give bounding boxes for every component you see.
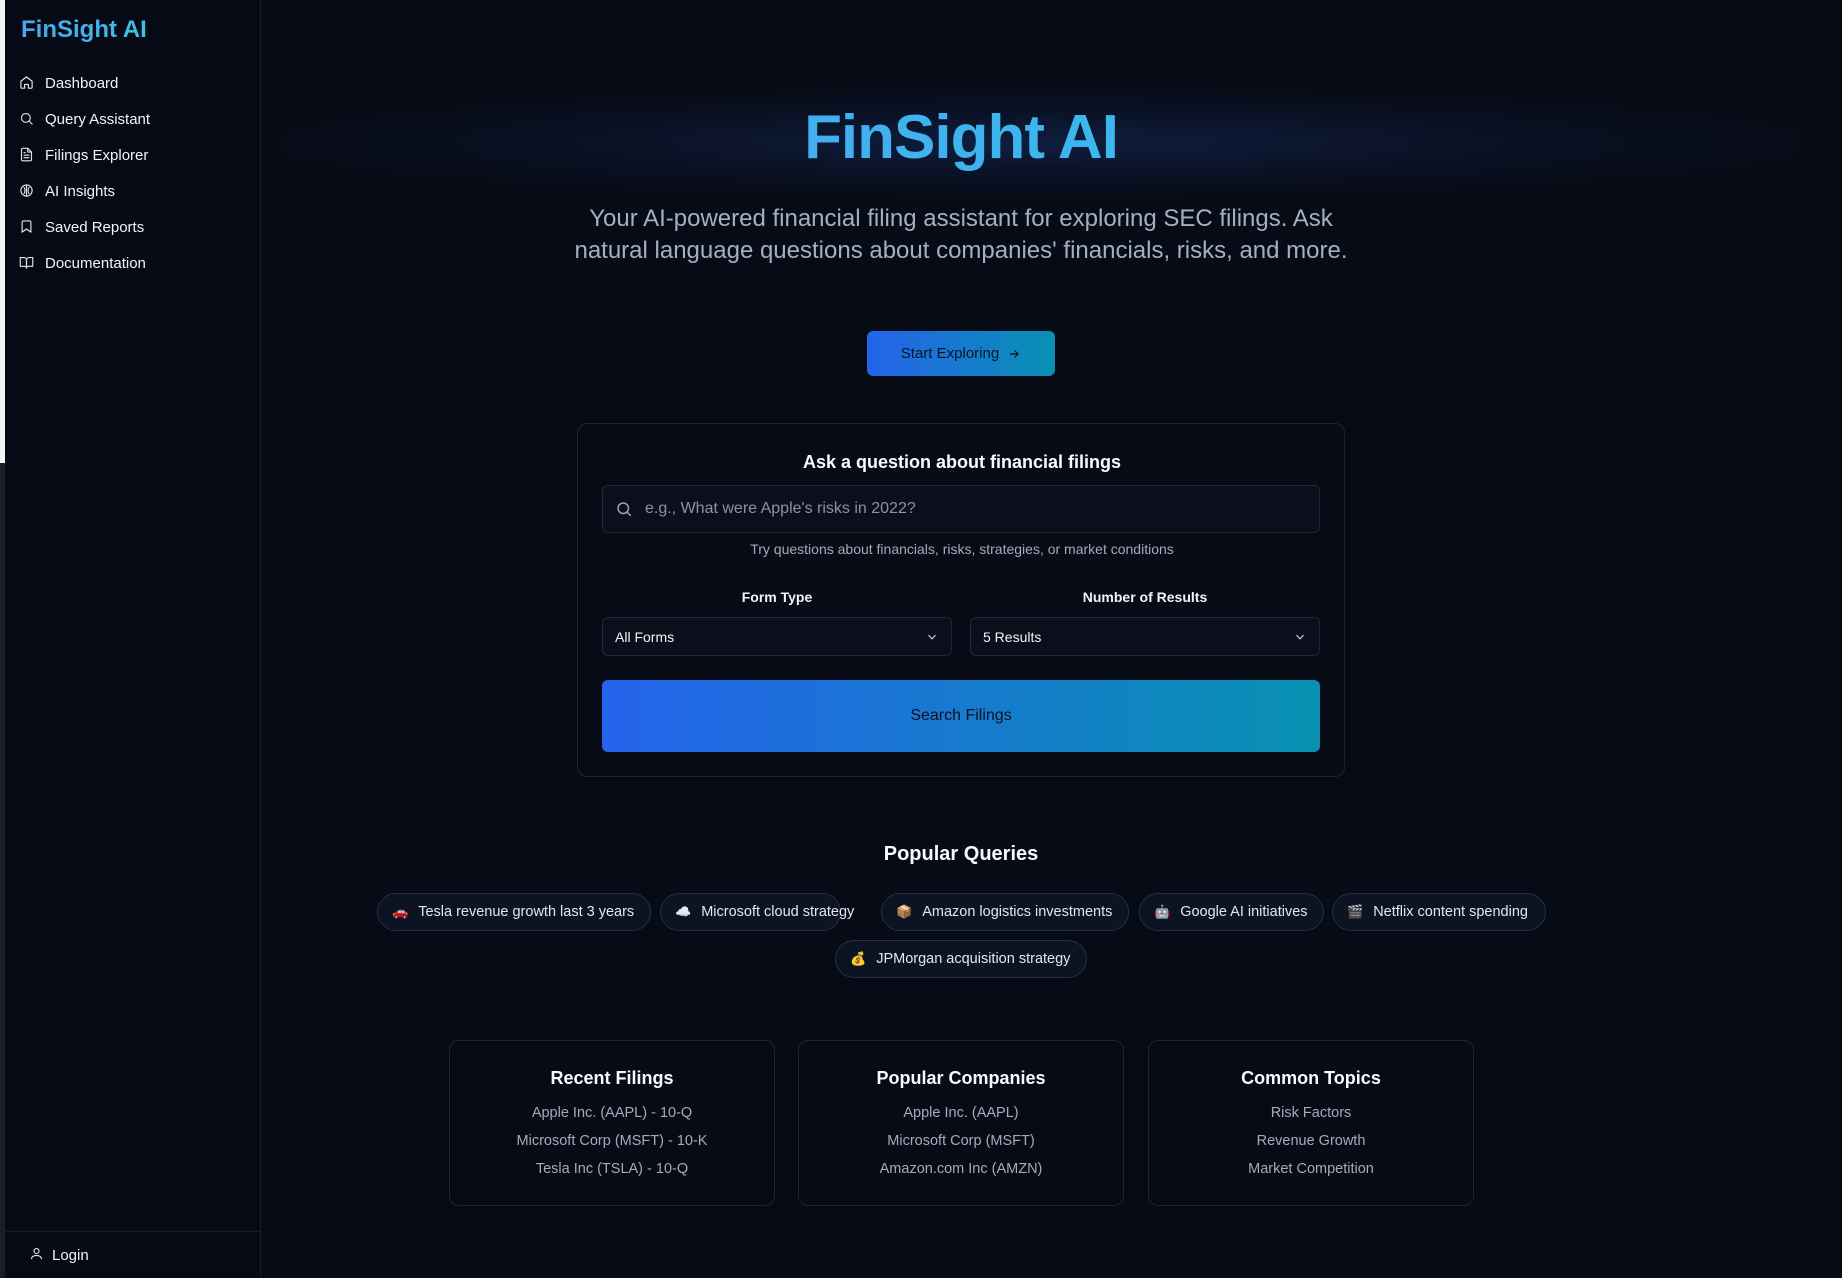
form-type-select[interactable]: All Forms [602, 617, 952, 656]
robot-icon: 🤖 [1154, 904, 1171, 919]
car-icon: 🚗 [392, 904, 409, 919]
sidebar-item-saved-reports[interactable]: Saved Reports [13, 209, 253, 245]
book-open-icon [19, 255, 35, 271]
card-title: Popular Companies [876, 1068, 1046, 1088]
sidebar-item-filings-explorer[interactable]: Filings Explorer [13, 137, 253, 173]
search-icon [19, 111, 35, 127]
search-filings-button[interactable]: Search Filings [602, 680, 1320, 752]
start-exploring-label: Start Exploring [900, 345, 1000, 362]
brand-logo[interactable]: FinSight AI [21, 16, 147, 44]
sidebar: FinSight AI Dashboard Query Assistant Fi… [5, 0, 261, 1278]
list-item[interactable]: Risk Factors [1149, 1099, 1473, 1127]
list-item[interactable]: Microsoft Corp (MSFT) [799, 1127, 1123, 1155]
query-chip-label: Microsoft cloud strategy [701, 904, 855, 920]
query-chip-label: Tesla revenue growth last 3 years [418, 904, 635, 920]
file-text-icon [19, 147, 35, 163]
search-icon [617, 502, 632, 517]
results-count-select[interactable]: 5 Results [970, 617, 1320, 656]
query-chip[interactable]: 💰 JPMorgan acquisition strategy [835, 940, 1087, 978]
search-field[interactable] [602, 485, 1320, 533]
common-topics-card: Common Topics Risk Factors Revenue Growt… [1148, 1040, 1474, 1206]
sidebar-item-label: Dashboard [45, 74, 119, 92]
sidebar-item-label: AI Insights [45, 182, 116, 200]
query-chip-label: Google AI initiatives [1180, 904, 1308, 920]
query-chip-label: Amazon logistics investments [922, 904, 1113, 920]
brain-icon [19, 183, 35, 199]
list-item[interactable]: Revenue Growth [1149, 1127, 1473, 1155]
start-exploring-button[interactable]: Start Exploring [867, 331, 1055, 376]
list-item[interactable]: Microsoft Corp (MSFT) - 10-K [450, 1127, 774, 1155]
main-content: FinSight AI Your AI-powered financial fi… [261, 0, 1842, 1278]
results-count-label: Number of Results [1082, 589, 1208, 605]
login-button[interactable]: Login [5, 1231, 261, 1278]
sidebar-item-ai-insights[interactable]: AI Insights [13, 173, 253, 209]
arrow-right-icon [1010, 349, 1020, 358]
query-chip[interactable]: 🚗 Tesla revenue growth last 3 years [377, 893, 651, 931]
popular-queries-title: Popular Queries [883, 843, 1039, 865]
sidebar-item-dashboard[interactable]: Dashboard [13, 65, 253, 101]
list-item[interactable]: Apple Inc. (AAPL) - 10-Q [450, 1099, 774, 1127]
query-card: Ask a question about financial filings T… [577, 423, 1345, 777]
bookmark-icon [19, 219, 35, 235]
query-chip-label: Netflix content spending [1373, 904, 1528, 920]
list-item[interactable]: Tesla Inc (TSLA) - 10-Q [450, 1155, 774, 1183]
user-icon [29, 1246, 52, 1265]
sidebar-item-label: Filings Explorer [45, 146, 149, 164]
form-type-value: All Forms [615, 628, 675, 645]
query-chip[interactable]: 📦 Amazon logistics investments [881, 893, 1129, 931]
results-count-value: 5 Results [983, 628, 1042, 645]
hero-title: FinSight AI [261, 102, 1661, 173]
cloud-icon: ☁️ [675, 904, 692, 919]
login-label: Login [52, 1246, 89, 1264]
clapperboard-icon: 🎬 [1347, 904, 1364, 919]
popular-companies-card: Popular Companies Apple Inc. (AAPL) Micr… [798, 1040, 1124, 1206]
sidebar-item-label: Saved Reports [45, 218, 145, 236]
chevron-down-icon [928, 634, 936, 640]
card-title: Common Topics [1241, 1068, 1381, 1088]
form-type-label: Form Type [741, 589, 813, 605]
query-chip[interactable]: ☁️ Microsoft cloud strategy [660, 893, 854, 931]
recent-filings-card: Recent Filings Apple Inc. (AAPL) - 10-Q … [449, 1040, 775, 1206]
money-bag-icon: 💰 [850, 951, 867, 966]
sidebar-item-label: Query Assistant [45, 110, 151, 128]
sidebar-item-documentation[interactable]: Documentation [13, 245, 253, 281]
package-icon: 📦 [896, 904, 913, 919]
query-card-title: Ask a question about financial filings [802, 452, 1122, 472]
query-chip-label: JPMorgan acquisition strategy [876, 951, 1071, 967]
home-icon [19, 75, 35, 91]
list-item[interactable]: Apple Inc. (AAPL) [799, 1099, 1123, 1127]
query-chip[interactable]: 🤖 Google AI initiatives [1139, 893, 1324, 931]
list-item[interactable]: Market Competition [1149, 1155, 1473, 1183]
sidebar-item-query-assistant[interactable]: Query Assistant [13, 101, 253, 137]
search-hint: Try questions about financials, risks, s… [750, 541, 1174, 557]
chevron-down-icon [1296, 634, 1304, 640]
sidebar-item-label: Documentation [45, 254, 146, 272]
sidebar-nav: Dashboard Query Assistant Filings Explor… [13, 65, 253, 281]
query-chip[interactable]: 🎬 Netflix content spending [1332, 893, 1546, 931]
card-title: Recent Filings [550, 1068, 674, 1088]
list-item[interactable]: Amazon.com Inc (AMZN) [799, 1155, 1123, 1183]
search-input[interactable] [645, 500, 1305, 518]
hero-subtitle: Your AI-powered financial filing assista… [574, 205, 1348, 264]
